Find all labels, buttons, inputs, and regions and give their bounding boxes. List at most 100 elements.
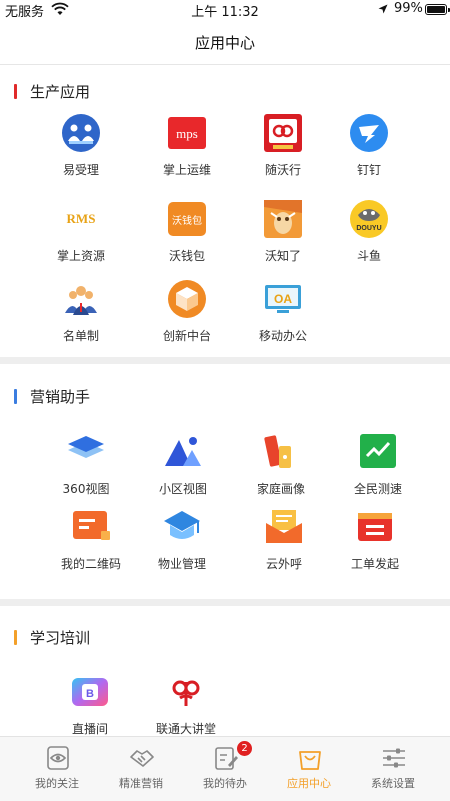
shopping-bag-icon [299,751,321,770]
app-label: 创新中台 [162,329,211,343]
status-bar: 无服务 上午 11:32 99% [0,0,450,20]
wallet-icon: 沃钱包 [168,202,206,236]
tab-label: 系统设置 [371,777,415,790]
section-divider [0,599,450,606]
app-suiwoxing[interactable]: 随沃行 [238,113,328,178]
app-cloud-call[interactable]: 云外呼 [239,507,329,572]
tab-app-center[interactable]: 应用中心 [266,737,352,801]
app-unicom-lecture[interactable]: 联通大讲堂 [141,672,231,737]
palette-icon [264,435,291,468]
svg-text:DOUYU: DOUYU [356,225,381,232]
todo-count-badge: 2 [237,741,252,756]
svg-text:B: B [86,688,94,700]
todo-edit-icon [215,747,238,770]
app-label: 沃钱包 [168,249,205,263]
app-label: 名单制 [62,329,99,343]
svg-text:OA: OA [274,292,292,306]
section-divider [0,357,450,364]
app-label: 工单发起 [350,557,399,571]
section-title-marketing: 营销助手 [14,386,90,407]
svg-text:RMS: RMS [67,211,96,226]
svg-text:mps: mps [176,126,198,141]
ticket-icon [358,513,392,541]
battery-percent: 99% [394,1,423,16]
tab-label: 应用中心 [287,777,331,790]
sliders-icon [383,748,405,768]
section-title-label: 学习培训 [30,629,91,647]
app-family-portrait[interactable]: 家庭画像 [236,432,326,497]
app-wo-wallet[interactable]: 沃钱包 沃钱包 [142,199,232,264]
app-mingdanzhi[interactable]: 名单制 [36,279,126,344]
mountain-icon [165,437,201,466]
app-label: 我的二维码 [60,557,121,571]
app-label: 掌上运维 [162,163,211,177]
app-label: 小区视图 [158,482,207,496]
app-zhangshang-ziyuan[interactable]: RMS 掌上资源 [36,199,126,264]
tab-precise-marketing[interactable]: 精准营销 [98,737,184,801]
rms-icon: RMS [67,211,96,226]
envelope-icon [266,510,302,543]
tab-my-follow[interactable]: 我的关注 [14,737,100,801]
svg-text:沃钱包: 沃钱包 [172,214,202,227]
unicom-knot-icon [172,680,200,706]
live-tv-icon: B [72,678,108,706]
tab-system-settings[interactable]: 系统设置 [350,737,436,801]
app-property-management[interactable]: 物业管理 [137,507,227,572]
tab-label: 我的关注 [35,777,79,790]
app-wozhiliao[interactable]: 沃知了 [238,199,328,264]
app-chuangxin-zhongtai[interactable]: 创新中台 [142,279,232,344]
tab-label: 精准营销 [119,777,163,790]
tab-bar: 我的关注 精准营销 2 我的待办 应用中心 系统设置 [0,736,450,801]
people-roster-icon [65,286,97,315]
section-title-label: 生产应用 [30,83,91,101]
app-label: 直播间 [71,722,108,736]
app-work-order[interactable]: 工单发起 [330,507,420,572]
section-accent-bar [14,630,17,645]
app-label: 掌上资源 [56,249,105,263]
app-label: 移动办公 [258,329,307,343]
app-360-view[interactable]: 360视图 [41,432,131,497]
app-label: 易受理 [62,163,99,177]
app-label: 联通大讲堂 [155,722,216,736]
tab-label: 我的待办 [203,777,247,790]
graduation-cap-icon [164,511,200,539]
app-label: 斗鱼 [356,249,381,263]
section-accent-bar [14,389,17,404]
dingtalk-icon [350,114,388,152]
chat-card-icon [73,511,110,540]
app-dingtalk[interactable]: 钉钉 [324,113,414,178]
cicada-icon [264,200,302,238]
speed-chart-icon [360,434,396,468]
app-label: 家庭画像 [256,482,305,496]
section-accent-bar [14,84,17,99]
nav-divider [0,64,450,65]
app-mobile-office[interactable]: OA 移动办公 [238,279,328,344]
app-label: 物业管理 [157,557,206,571]
section-title-label: 营销助手 [30,388,91,406]
section-title-training: 学习培训 [14,627,90,648]
app-label: 全民测速 [353,482,402,496]
battery-icon [425,4,450,15]
app-douyu[interactable]: DOUYU 斗鱼 [324,199,414,264]
eye-card-icon [47,746,69,770]
innovation-cube-icon [168,280,206,318]
app-label: 随沃行 [264,163,301,177]
location-arrow-icon [378,4,388,14]
app-my-qrcode[interactable]: 我的二维码 [46,507,136,572]
app-label: 360视图 [62,482,110,496]
section-title-production: 生产应用 [14,81,90,102]
app-live-room[interactable]: B 直播间 [45,672,135,737]
app-community-view[interactable]: 小区视图 [138,432,228,497]
oa-icon: OA [265,285,301,313]
layers-icon [68,436,104,458]
service-people-icon [62,114,100,152]
app-zhangshang-yunwei[interactable]: mps 掌上运维 [142,113,232,178]
page-title: 应用中心 [194,34,255,52]
unicom-icon [264,114,302,152]
app-label: 钉钉 [356,163,381,177]
tab-my-todo[interactable]: 2 我的待办 [182,737,268,801]
mps-icon: mps [168,117,206,149]
douyu-icon: DOUYU [350,200,388,238]
app-yishouli[interactable]: 易受理 [36,113,126,178]
app-speed-test[interactable]: 全民测速 [333,432,423,497]
